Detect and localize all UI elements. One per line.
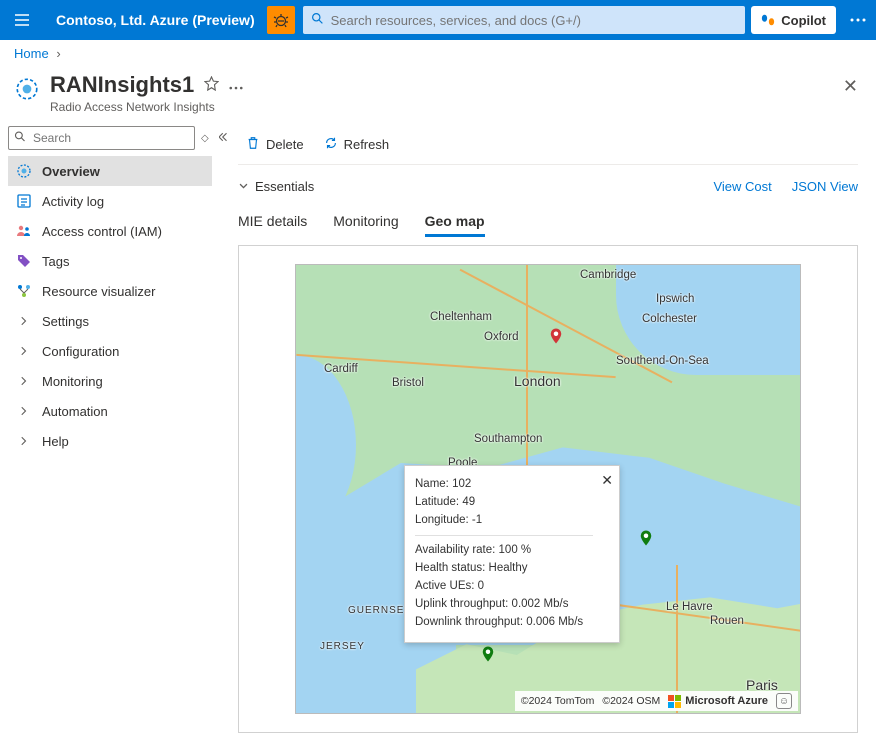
chevron-right-icon: › — [56, 46, 60, 61]
top-bar: Contoso, Ltd. Azure (Preview) Copilot — [0, 0, 876, 40]
sidebar-item-label: Access control (IAM) — [42, 224, 162, 239]
chevron-right-icon — [16, 433, 32, 449]
map-panel: Cambridge Ipswich Cheltenham Oxford Colc… — [238, 245, 858, 733]
popup-close-icon[interactable]: ✕ — [601, 470, 613, 492]
copilot-label: Copilot — [781, 13, 826, 28]
essentials-row: Essentials View Cost JSON View — [238, 171, 858, 201]
tab-monitoring[interactable]: Monitoring — [333, 207, 398, 237]
page-subtitle: Radio Access Network Insights — [50, 100, 839, 114]
json-view-link[interactable]: JSON View — [792, 179, 858, 194]
city-label: Oxford — [484, 331, 519, 343]
trash-icon — [246, 136, 260, 153]
sidebar-item-activity-log[interactable]: Activity log — [8, 186, 212, 216]
preview-bug-icon[interactable] — [267, 6, 295, 34]
map-pin-green[interactable] — [637, 529, 655, 547]
city-label: Ipswich — [656, 293, 694, 305]
tab-geo-map[interactable]: Geo map — [425, 207, 485, 237]
sidebar-item-label: Settings — [42, 314, 89, 329]
sidebar-item-label: Activity log — [42, 194, 104, 209]
sidebar-search-input[interactable] — [8, 126, 195, 150]
chevron-right-icon — [16, 373, 32, 389]
activity-log-icon — [16, 193, 32, 209]
toolbar: Delete Refresh — [238, 124, 858, 164]
feedback-icon[interactable]: ☺ — [776, 693, 792, 709]
refresh-icon — [324, 136, 338, 153]
chevron-right-icon — [16, 313, 32, 329]
sidebar-item-label: Monitoring — [42, 374, 103, 389]
city-label: Rouen — [710, 615, 744, 627]
search-icon — [311, 12, 324, 28]
sidebar-sort-icon[interactable]: ◇ — [197, 133, 213, 144]
sidebar: ◇ Overview Activity log Access control (… — [0, 124, 220, 724]
city-label: Southampton — [474, 433, 542, 445]
close-blade-button[interactable]: ✕ — [839, 72, 862, 101]
map-attribution: ©2024 TomTom ©2024 OSM Microsoft Azure ☺ — [515, 691, 798, 711]
refresh-button[interactable]: Refresh — [316, 132, 398, 157]
sidebar-item-automation[interactable]: Automation — [8, 396, 212, 426]
page-title: RANInsights1 — [50, 72, 194, 98]
global-search-input[interactable] — [303, 6, 746, 34]
sidebar-item-help[interactable]: Help — [8, 426, 212, 456]
tab-bar: MIE details Monitoring Geo map — [238, 201, 858, 237]
sidebar-item-settings[interactable]: Settings — [8, 306, 212, 336]
header-more-icon[interactable] — [229, 78, 243, 93]
city-label: Cardiff — [324, 363, 358, 375]
city-label: Southend-On-Sea — [616, 355, 709, 367]
people-icon — [16, 223, 32, 239]
top-more-icon[interactable] — [840, 0, 876, 40]
essentials-toggle[interactable]: Essentials — [238, 179, 314, 194]
microsoft-logo-icon — [668, 695, 681, 708]
city-label: Le Havre — [666, 601, 713, 613]
sidebar-item-label: Overview — [42, 164, 100, 179]
map-pin-red[interactable] — [547, 327, 565, 345]
map-popup: ✕ Name: 102 Latitude: 49 Longitude: -1 A… — [404, 465, 620, 643]
content-pane: Delete Refresh Essentials View Cost JSON… — [220, 124, 876, 724]
overview-icon — [16, 163, 32, 179]
city-label: Bristol — [392, 377, 424, 389]
city-label: Cheltenham — [430, 311, 492, 323]
resource-header: RANInsights1 Radio Access Network Insigh… — [0, 70, 876, 124]
city-label: Colchester — [642, 313, 697, 325]
region-label: GUERNSEY — [348, 605, 412, 616]
sidebar-item-label: Automation — [42, 404, 108, 419]
sidebar-item-access-control[interactable]: Access control (IAM) — [8, 216, 212, 246]
view-cost-link[interactable]: View Cost — [713, 179, 771, 194]
sidebar-item-label: Tags — [42, 254, 69, 269]
breadcrumb-home[interactable]: Home — [14, 46, 49, 61]
tenant-label[interactable]: Contoso, Ltd. Azure (Preview) — [44, 12, 267, 28]
map-pin-green[interactable] — [479, 645, 497, 663]
city-label: London — [514, 373, 561, 389]
hamburger-menu-icon[interactable] — [0, 0, 44, 40]
city-label: Cambridge — [580, 269, 636, 281]
chevron-right-icon — [16, 403, 32, 419]
favorite-star-icon[interactable] — [204, 76, 219, 94]
copilot-icon — [761, 13, 775, 27]
sidebar-item-label: Resource visualizer — [42, 284, 155, 299]
sidebar-item-label: Help — [42, 434, 69, 449]
sidebar-item-tags[interactable]: Tags — [8, 246, 212, 276]
chevron-down-icon — [238, 179, 249, 194]
map-canvas[interactable]: Cambridge Ipswich Cheltenham Oxford Colc… — [295, 264, 801, 714]
sidebar-item-label: Configuration — [42, 344, 119, 359]
visualizer-icon — [16, 283, 32, 299]
region-label: JERSEY — [320, 641, 365, 652]
delete-button[interactable]: Delete — [238, 132, 312, 157]
tab-mie-details[interactable]: MIE details — [238, 207, 307, 237]
breadcrumb: Home › — [0, 40, 876, 70]
copilot-button[interactable]: Copilot — [751, 6, 836, 34]
tag-icon — [16, 253, 32, 269]
sidebar-item-configuration[interactable]: Configuration — [8, 336, 212, 366]
sidebar-item-monitoring[interactable]: Monitoring — [8, 366, 212, 396]
chevron-right-icon — [16, 343, 32, 359]
resource-icon — [14, 76, 40, 102]
search-icon — [14, 131, 26, 146]
sidebar-item-overview[interactable]: Overview — [8, 156, 212, 186]
microsoft-azure-badge: Microsoft Azure — [668, 695, 768, 708]
sidebar-item-resource-visualizer[interactable]: Resource visualizer — [8, 276, 212, 306]
